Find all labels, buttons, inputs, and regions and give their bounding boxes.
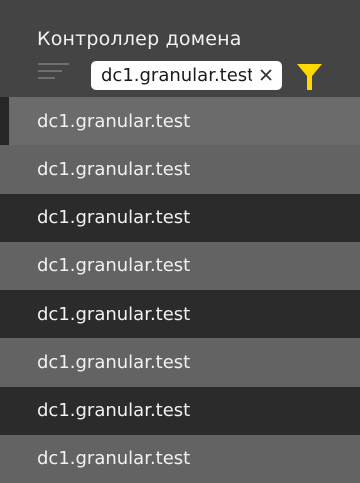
list-item[interactable]: dc1.granular.test (0, 434, 360, 483)
list-item-label: dc1.granular.test (37, 158, 191, 180)
list-item[interactable]: dc1.granular.test (0, 386, 360, 435)
list-item-label: dc1.granular.test (37, 110, 191, 132)
close-icon[interactable] (256, 65, 276, 85)
list-item-label: dc1.granular.test (37, 400, 191, 422)
list-item[interactable]: dc1.granular.test (0, 338, 360, 387)
panel-header: Контроллер домена dc1.granular.test (0, 0, 360, 97)
funnel-icon[interactable] (297, 64, 322, 90)
filter-chip-text: dc1.granular.test (101, 65, 252, 86)
list-item-label: dc1.granular.test (37, 448, 191, 470)
list-item[interactable]: dc1.granular.test (0, 145, 360, 194)
list-item[interactable]: dc1.granular.test (0, 241, 360, 290)
menu-lines-icon[interactable] (38, 61, 70, 83)
domain-controller-panel: Контроллер домена dc1.granular.test dc1.… (0, 0, 360, 483)
list-item-label: dc1.granular.test (37, 255, 191, 277)
list-item[interactable]: dc1.granular.test (0, 97, 360, 146)
list-item[interactable]: dc1.granular.test (0, 290, 360, 339)
list-item-label: dc1.granular.test (37, 207, 191, 229)
domain-controller-list: dc1.granular.test dc1.granular.test dc1.… (0, 97, 360, 483)
list-item-label: dc1.granular.test (37, 351, 191, 373)
panel-title: Контроллер домена (37, 28, 242, 50)
list-item[interactable]: dc1.granular.test (0, 193, 360, 242)
filter-chip[interactable]: dc1.granular.test (91, 61, 282, 90)
list-item-label: dc1.granular.test (37, 303, 191, 325)
